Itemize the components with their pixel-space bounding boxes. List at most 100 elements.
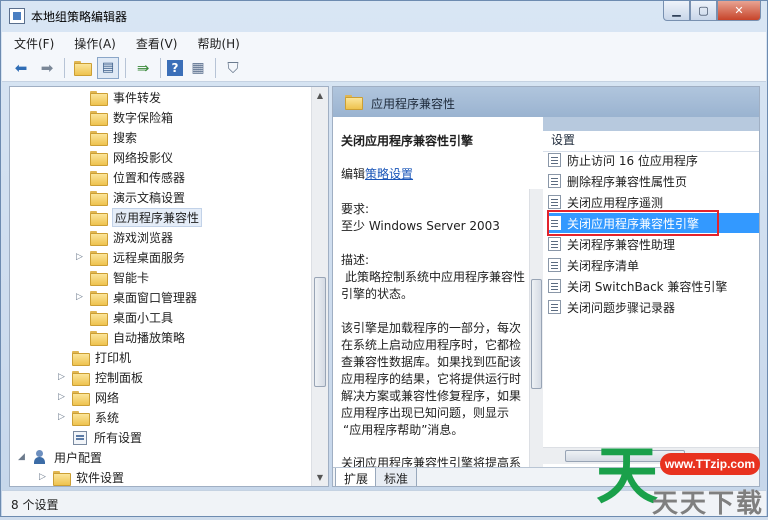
tree-item[interactable]: ▷ 软件设置 bbox=[39, 467, 125, 486]
settings-list: 设置 防止访问 16 位应用程序 删除程序兼容性属性页 关闭应用程序遥测 关闭应用程序… bbox=[543, 131, 759, 467]
tree-item[interactable]: 数字保险箱 bbox=[90, 107, 173, 127]
tree-item[interactable]: ▷ 网络 bbox=[58, 387, 119, 407]
folder-icon bbox=[90, 250, 108, 266]
tree-item-label: 桌面小工具 bbox=[113, 310, 174, 325]
tree-item[interactable]: ▷ 系统 bbox=[58, 407, 119, 427]
folder-icon bbox=[72, 350, 90, 366]
help-icon[interactable]: ? bbox=[167, 59, 183, 76]
tree-item[interactable]: 所有设置 bbox=[72, 427, 142, 447]
menu-view[interactable]: 查看(V) bbox=[136, 35, 178, 52]
title-bar[interactable]: 本地组策略编辑器 ▁ ▢ ✕ bbox=[1, 1, 767, 31]
expand-arrow-icon[interactable]: ▷ bbox=[76, 292, 86, 302]
tree-item[interactable]: 游戏浏览器 bbox=[90, 227, 173, 247]
setting-item[interactable]: 关闭问题步骤记录器 bbox=[548, 297, 759, 317]
annotation-highlight-box bbox=[547, 210, 719, 236]
tree-item[interactable]: 位置和传感器 bbox=[90, 167, 185, 187]
properties-icon[interactable]: ▦ bbox=[187, 57, 209, 79]
tree-item[interactable]: ▷ 远程桌面服务 bbox=[76, 247, 185, 267]
scroll-down-arrow-icon[interactable]: ▼ bbox=[312, 469, 328, 486]
tree-item-label: 事件转发 bbox=[113, 90, 162, 105]
description-line: 此策略控制系统中应用程序兼容性 bbox=[345, 270, 526, 284]
folder-icon bbox=[72, 410, 90, 426]
tree-item-label: 打印机 bbox=[95, 350, 132, 365]
setting-item[interactable]: 关闭程序清单 bbox=[548, 255, 759, 275]
forward-arrow-icon[interactable]: ➡ bbox=[36, 57, 58, 79]
setting-item[interactable]: 删除程序兼容性属性页 bbox=[548, 171, 759, 191]
folder-icon bbox=[345, 95, 363, 110]
tree-scroll-thumb[interactable] bbox=[314, 277, 326, 387]
description-body-line: 该引擎是加载程序的一部分，每次 bbox=[341, 321, 522, 335]
setting-label: 关闭问题步骤记录器 bbox=[567, 300, 676, 315]
expand-arrow-icon[interactable]: ▷ bbox=[39, 472, 49, 482]
show-tree-icon[interactable]: ▤ bbox=[97, 56, 119, 79]
policy-settings-link[interactable]: 策略设置 bbox=[365, 167, 413, 181]
setting-item[interactable]: 关闭 SwitchBack 兼容性引擎 bbox=[548, 276, 759, 296]
description-cut-line: 关闭应用程序兼容性引擎将提高系 bbox=[341, 456, 522, 467]
toolbar-separator bbox=[64, 57, 65, 78]
watermark-glyph: 天 bbox=[596, 439, 659, 512]
expand-arrow-icon[interactable]: ▷ bbox=[58, 412, 68, 422]
expand-arrow-icon[interactable]: ▷ bbox=[58, 392, 68, 402]
expand-arrow-icon[interactable]: ▷ bbox=[76, 252, 86, 262]
export-list-icon[interactable]: ⇛ bbox=[132, 57, 154, 79]
toolbar: ⬅ ➡ ▤ ⇛ ? ▦ ⛉ bbox=[2, 54, 766, 82]
description-scroll-thumb[interactable] bbox=[531, 279, 542, 389]
tree-item[interactable]: ◢ 用户配置 bbox=[18, 447, 102, 467]
menu-help[interactable]: 帮助(H) bbox=[197, 35, 239, 52]
tree-item[interactable]: ▷ 桌面窗口管理器 bbox=[76, 287, 197, 307]
menu-file[interactable]: 文件(F) bbox=[14, 35, 54, 52]
tree-item-label: 软件设置 bbox=[76, 470, 125, 485]
tree-scrollbar[interactable]: ▲ ▼ bbox=[311, 87, 328, 486]
tree-item-label: 演示文稿设置 bbox=[113, 190, 186, 205]
tab-standard[interactable]: 标准 bbox=[375, 468, 418, 486]
tree-item[interactable]: 自动播放策略 bbox=[90, 327, 185, 347]
description-line: 引擎的状态。 bbox=[341, 287, 414, 301]
category-title: 应用程序兼容性 bbox=[371, 97, 456, 111]
description-scrollbar[interactable] bbox=[529, 189, 543, 486]
scroll-up-arrow-icon[interactable]: ▲ bbox=[312, 87, 328, 104]
setting-item[interactable]: 防止访问 16 位应用程序 bbox=[548, 150, 759, 170]
tree-item[interactable]: 演示文稿设置 bbox=[90, 187, 185, 207]
collapse-arrow-icon[interactable]: ◢ bbox=[18, 452, 28, 462]
setting-label: 关闭 SwitchBack 兼容性引擎 bbox=[567, 279, 728, 294]
up-folder-icon[interactable] bbox=[71, 57, 93, 79]
settings-column-header[interactable]: 设置 bbox=[551, 131, 575, 148]
navigation-tree[interactable]: ▲ ▼ 事件转发数字保险箱 搜索 网络投影仪位置和传感器 演示文稿设置应用程序兼容性游… bbox=[9, 86, 329, 487]
minimize-button[interactable]: ▁ bbox=[663, 1, 690, 21]
description-body-line: 解决方案或兼容性修复程序，如果 bbox=[341, 389, 522, 403]
tree-item[interactable]: 打印机 bbox=[72, 347, 131, 367]
folder-icon bbox=[90, 150, 108, 166]
folder-icon bbox=[73, 61, 92, 76]
description-body-line: 查兼容性数据库。如果找到匹配该 bbox=[341, 355, 522, 369]
folder-icon bbox=[53, 470, 71, 486]
setting-label: 关闭程序清单 bbox=[567, 258, 640, 273]
all-settings-icon bbox=[72, 430, 88, 445]
toolbar-separator bbox=[215, 57, 216, 78]
policy-setting-icon bbox=[548, 237, 561, 251]
tree-item[interactable]: 网络投影仪 bbox=[90, 147, 173, 167]
tree-item[interactable]: 事件转发 bbox=[90, 87, 161, 107]
folder-icon bbox=[90, 130, 108, 146]
filter-icon[interactable]: ⛉ bbox=[222, 57, 244, 79]
folder-icon bbox=[90, 310, 108, 326]
back-arrow-icon[interactable]: ⬅ bbox=[10, 57, 32, 79]
tree-item[interactable]: 智能卡 bbox=[90, 267, 149, 287]
setting-label: 防止访问 16 位应用程序 bbox=[567, 153, 698, 168]
tree-item[interactable]: ▷ 控制面板 bbox=[58, 367, 143, 387]
close-button[interactable]: ✕ bbox=[717, 1, 761, 21]
tree-item[interactable]: 桌面小工具 bbox=[90, 307, 173, 327]
header-band-extension bbox=[543, 117, 759, 131]
tree-item-label: 位置和传感器 bbox=[113, 170, 186, 185]
setting-item[interactable]: 关闭程序兼容性助理 bbox=[548, 234, 759, 254]
tree-item[interactable]: 应用程序兼容性 bbox=[90, 207, 203, 227]
watermark-url: www.TTzip.com bbox=[660, 453, 760, 475]
window-title: 本地组策略编辑器 bbox=[31, 10, 128, 24]
folder-icon bbox=[72, 370, 90, 386]
maximize-button[interactable]: ▢ bbox=[690, 1, 717, 21]
tab-extended[interactable]: 扩展 bbox=[335, 468, 378, 486]
setting-item[interactable]: 关闭应用程序遥测 bbox=[548, 192, 759, 212]
menu-action[interactable]: 操作(A) bbox=[74, 35, 116, 52]
tree-item-label: 自动播放策略 bbox=[113, 330, 186, 345]
expand-arrow-icon[interactable]: ▷ bbox=[58, 372, 68, 382]
tree-item[interactable]: 搜索 bbox=[90, 127, 137, 147]
